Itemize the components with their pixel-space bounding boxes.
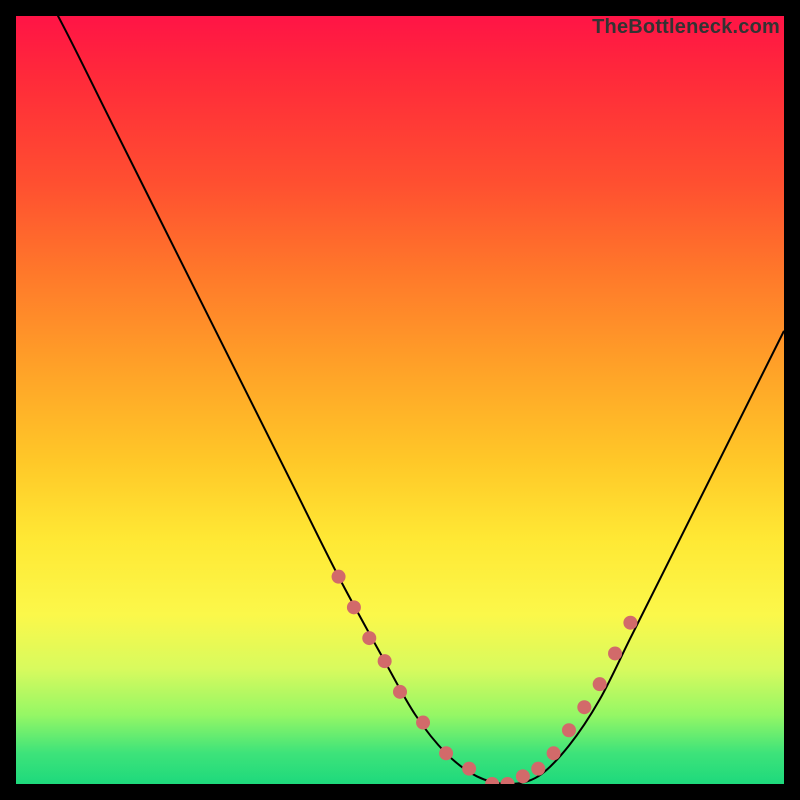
highlight-dot [623, 616, 637, 630]
chart-svg [16, 16, 784, 784]
highlight-dot [547, 746, 561, 760]
highlight-dot [577, 700, 591, 714]
highlight-dot [608, 646, 622, 660]
highlight-dot [531, 762, 545, 776]
highlight-dot [362, 631, 376, 645]
bottleneck-curve [16, 16, 784, 784]
highlight-dot [501, 777, 515, 784]
highlight-dot [462, 762, 476, 776]
low-bottleneck-dots [332, 570, 638, 784]
chart-frame: TheBottleneck.com [16, 16, 784, 784]
highlight-dot [485, 777, 499, 784]
highlight-dot [516, 769, 530, 783]
highlight-dot [393, 685, 407, 699]
highlight-dot [347, 600, 361, 614]
curve-line [16, 16, 784, 784]
highlight-dot [562, 723, 576, 737]
highlight-dot [439, 746, 453, 760]
highlight-dot [593, 677, 607, 691]
highlight-dot [378, 654, 392, 668]
watermark-text: TheBottleneck.com [592, 16, 780, 39]
highlight-dot [416, 716, 430, 730]
highlight-dot [332, 570, 346, 584]
